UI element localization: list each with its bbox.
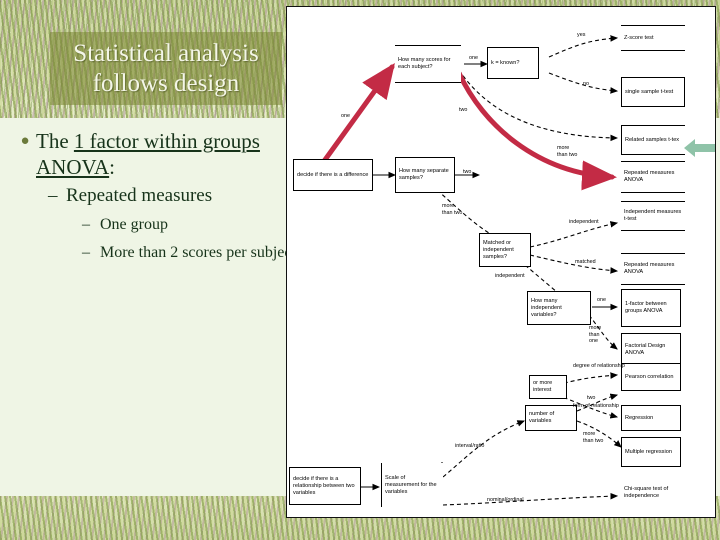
bullet-level1-prefix: The [36,129,74,153]
edge-label-one-c: one [597,297,606,303]
result-related-samples-t-test-top[interactable]: Related samples t-tex [621,125,685,155]
dash-icon: – [82,216,90,233]
edge-label-two-or-more: two [587,395,596,401]
result-z-score-test[interactable]: Z-score test [621,25,685,51]
node-k-known[interactable]: k = known? [487,47,539,79]
edge-label-more-than-one: more than one [589,325,602,344]
node-matched-or-independent[interactable]: Matched or independent samples? [479,233,531,267]
bullet-level1: ● The 1 factor within groups ANOVA: [14,128,314,180]
bullet-level3-b: – More than 2 scores per subject [82,241,314,264]
result-related-samples-t-test[interactable]: Independent measures t-test [621,201,685,231]
edge-label-interval-ratio-a: interval/ratio [455,443,485,449]
result-repeated-measures-anova-top[interactable]: Repeated measures ANOVA [621,161,685,193]
edge-label-two: two [463,169,472,175]
result-one-factor-between-groups-anova[interactable]: 1-factor between groups ANOVA [621,289,681,327]
bullet-level3-a: – One group [82,213,314,236]
dash-icon: – [82,244,90,261]
green-pointer-arrow-icon [684,139,715,157]
node-decide-difference[interactable]: decide if there is a difference [293,159,373,191]
result-chi-square-test[interactable]: Chi-square test of independence [621,477,689,509]
result-multiple-regression[interactable]: Multiple regression [621,437,681,467]
edge-label-more-than-two-vars: more than two [583,431,604,444]
edge-label-matched: matched [575,259,596,265]
edge-label-no: no [583,81,589,87]
edge-label-independent-b: independent [495,273,525,279]
dash-icon: – [48,185,58,206]
result-pearson-correlation[interactable]: Pearson correlation [621,363,681,391]
result-factorial-design-anova[interactable]: Factorial Design ANOVA [621,333,681,367]
result-repeated-measures-anova-bottom[interactable]: Repeated measures ANOVA [621,253,685,285]
slide-title-line-1: Statistical analysis [73,39,259,67]
edge-label-yes: yes [577,32,586,38]
edge-label-more-than-two-a: more than two [557,145,578,158]
bullet-level2-text: Repeated measures [66,185,213,206]
statistics-decision-flowchart: decide if there is a difference How many… [286,6,716,518]
edge-label-more-than-two-b: more than two [442,203,463,216]
edge-label-nominal-ordinal: nominal/ordinal [487,497,524,503]
edge-label-form-of-relationship: form of relationship [573,403,619,409]
node-how-many-scores[interactable]: How many scores for each subject? [395,45,461,83]
slide-body-bullets: ● The 1 factor within groups ANOVA: – Re… [14,128,314,264]
edge-label-one-a: one [469,55,478,61]
node-or-more-interest[interactable]: or more interest [529,375,567,399]
edge-label-independent-a: independent [569,219,599,225]
slide-title-line-2: follows design [92,69,240,97]
node-decide-relationship[interactable]: decide if there is a relationship betwee… [289,467,361,505]
result-single-sample-t-test[interactable]: single sample t-test [621,77,685,107]
node-how-many-samples[interactable]: How many separate samples? [395,157,455,193]
edge-label-two-b: two [459,107,468,113]
bullet-level3-b-text: More than 2 scores per subject [100,244,296,261]
node-how-many-iv[interactable]: How many independent variables? [527,291,591,325]
edge-label-one-b: one [341,113,350,119]
result-regression[interactable]: Regression [621,405,681,431]
bullet-level3-a-text: One group [100,216,168,233]
slide-title: Statistical analysis follows design [50,32,282,105]
node-number-of-variables[interactable]: number of variables [525,405,577,431]
bullet-level1-suffix: : [109,155,115,179]
node-scale-of-measurement[interactable]: Scale of measurement for the variables [381,463,443,507]
bullet-level1-text: The 1 factor within groups ANOVA: [36,128,314,180]
bullet-dot-icon: ● [20,133,30,149]
presentation-slide: Statistical analysis follows design ● Th… [0,0,720,540]
bullet-level2: – Repeated measures [48,183,314,208]
edge-label-degree-of-relationship: degree of relationship [573,363,625,369]
